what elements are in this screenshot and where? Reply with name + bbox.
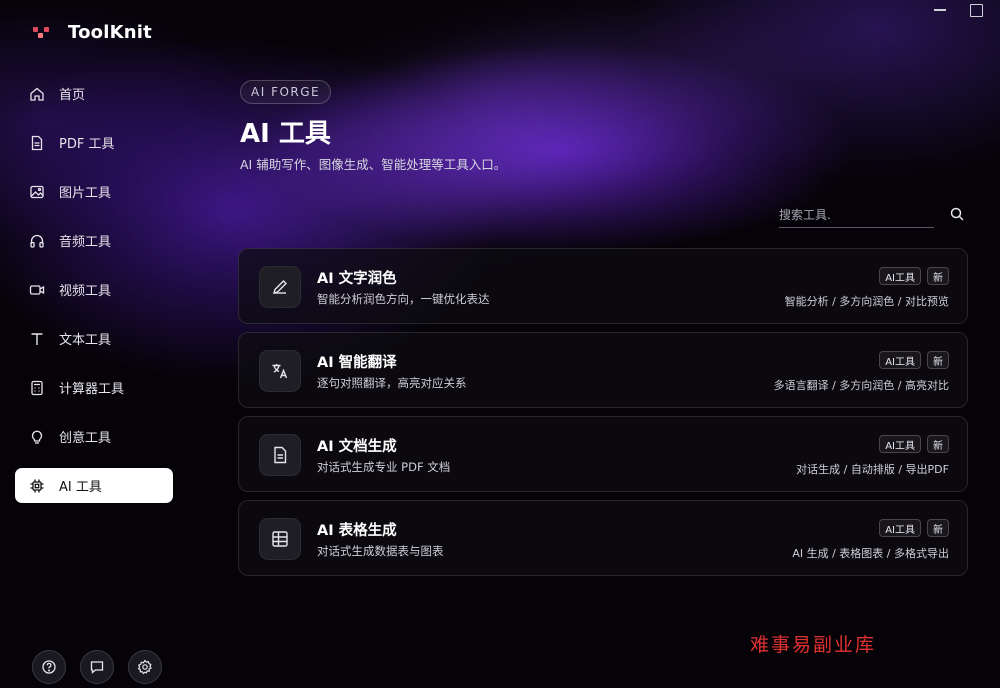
section-badge: AI FORGE: [240, 80, 332, 104]
sidebar-item-ai[interactable]: AI 工具: [15, 468, 173, 503]
sidebar-item-label: 计算器工具: [59, 382, 125, 397]
sidebar-item-text[interactable]: 文本工具: [15, 321, 173, 356]
app-name: ToolKnit: [68, 22, 152, 43]
translate-icon: [272, 364, 288, 379]
sidebar-item-video[interactable]: 视频工具: [15, 272, 173, 307]
sidebar: 首页 PDF 工具 图片工具 音频工具 视频工具 文本工具 计算器工具 创意工具…: [15, 76, 173, 517]
sidebar-item-label: 音频工具: [59, 235, 112, 250]
card-features: 智能分析 / 多方向润色 / 对比预览: [784, 295, 949, 308]
sidebar-item-label: 首页: [59, 88, 86, 103]
chip-icon: [30, 479, 44, 492]
card-title: AI 智能翻译: [317, 355, 397, 371]
tag-ai-tool: AI工具: [879, 435, 921, 453]
card-tags: AI工具 新: [879, 519, 949, 537]
settings-icon: [137, 659, 152, 675]
tag-new: 新: [927, 435, 949, 453]
window-controls: [926, 0, 990, 20]
sidebar-item-label: AI 工具: [59, 480, 102, 495]
tool-card-list: AI 文字润色 智能分析润色方向，一键优化表达 AI工具 新 智能分析 / 多方…: [238, 248, 968, 584]
table-icon: [272, 531, 288, 547]
card-icon: [259, 266, 301, 308]
card-description: 对话式生成专业 PDF 文档: [317, 460, 451, 474]
card-tags: AI工具 新: [879, 267, 949, 285]
tag-new: 新: [927, 519, 949, 537]
search-placeholder: 搜索工具.: [779, 207, 831, 222]
app-brand: ToolKnit: [32, 22, 152, 43]
card-description: 逐句对照翻译，高亮对应关系: [317, 376, 467, 390]
search-icon[interactable]: [949, 206, 965, 222]
tool-card-doc-gen[interactable]: AI 文档生成 对话式生成专业 PDF 文档 AI工具 新 对话生成 / 自动排…: [238, 416, 968, 492]
sidebar-item-label: 文本工具: [59, 333, 112, 348]
card-features: 多语言翻译 / 多方向润色 / 高亮对比: [773, 379, 949, 392]
chat-icon: [90, 661, 104, 674]
card-title: AI 文字润色: [317, 271, 397, 287]
headphones-icon: [30, 234, 44, 248]
sidebar-item-label: PDF 工具: [59, 137, 115, 152]
image-icon: [30, 185, 44, 198]
file-icon: [274, 446, 287, 464]
sidebar-item-image[interactable]: 图片工具: [15, 174, 173, 209]
sidebar-bottom-actions: [32, 650, 162, 684]
card-tags: AI工具 新: [879, 435, 949, 453]
card-features: 对话生成 / 自动排版 / 导出PDF: [796, 463, 949, 476]
tag-ai-tool: AI工具: [879, 267, 921, 285]
page-title: AI 工具: [240, 119, 331, 149]
calculator-icon: [31, 380, 43, 395]
app-logo-icon: [32, 24, 50, 42]
help-icon: [42, 660, 56, 674]
watermark-text: 难事易副业库: [750, 634, 877, 656]
lightbulb-icon: [31, 430, 43, 444]
sidebar-item-label: 图片工具: [59, 186, 112, 201]
sidebar-item-calculator[interactable]: 计算器工具: [15, 370, 173, 405]
home-icon: [30, 87, 44, 101]
card-description: 智能分析润色方向，一键优化表达: [317, 292, 490, 306]
sidebar-item-creative[interactable]: 创意工具: [15, 419, 173, 454]
tag-ai-tool: AI工具: [879, 519, 921, 537]
minimize-button[interactable]: [926, 0, 954, 20]
tag-new: 新: [927, 267, 949, 285]
tool-card-translate[interactable]: AI 智能翻译 逐句对照翻译，高亮对应关系 AI工具 新 多语言翻译 / 多方向…: [238, 332, 968, 408]
settings-button[interactable]: [128, 650, 162, 684]
tool-card-text-polish[interactable]: AI 文字润色 智能分析润色方向，一键优化表达 AI工具 新 智能分析 / 多方…: [238, 248, 968, 324]
card-icon: [259, 518, 301, 560]
card-tags: AI工具 新: [879, 351, 949, 369]
maximize-button[interactable]: [962, 0, 990, 20]
video-icon: [29, 284, 45, 295]
sidebar-item-label: 视频工具: [59, 284, 112, 299]
card-features: AI 生成 / 表格图表 / 多格式导出: [792, 547, 949, 560]
tag-ai-tool: AI工具: [879, 351, 921, 369]
page-subtitle: AI 辅助写作、图像生成、智能处理等工具入口。: [240, 157, 507, 172]
search-underline: [779, 227, 934, 228]
sidebar-item-label: 创意工具: [59, 431, 112, 446]
sidebar-item-audio[interactable]: 音频工具: [15, 223, 173, 258]
card-description: 对话式生成数据表与图表: [317, 544, 444, 558]
card-icon: [259, 434, 301, 476]
sidebar-item-pdf[interactable]: PDF 工具: [15, 125, 173, 160]
card-title: AI 文档生成: [317, 439, 397, 455]
pen-icon: [272, 280, 287, 295]
tool-card-table-gen[interactable]: AI 表格生成 对话式生成数据表与图表 AI工具 新 AI 生成 / 表格图表 …: [238, 500, 968, 576]
text-icon: [31, 332, 43, 345]
chat-button[interactable]: [80, 650, 114, 684]
card-title: AI 表格生成: [317, 523, 397, 539]
document-icon: [31, 135, 43, 150]
search-input[interactable]: 搜索工具.: [779, 200, 967, 228]
sidebar-item-home[interactable]: 首页: [15, 76, 173, 111]
help-button[interactable]: [32, 650, 66, 684]
card-icon: [259, 350, 301, 392]
tag-new: 新: [927, 351, 949, 369]
